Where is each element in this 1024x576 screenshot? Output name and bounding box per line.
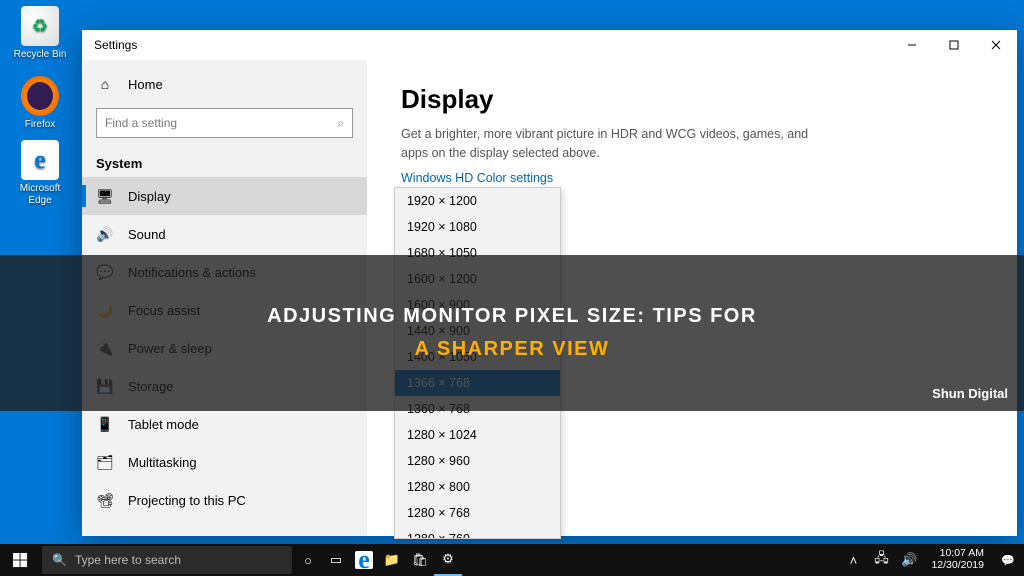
home-label: Home [128,77,163,92]
tray-volume-icon[interactable]: 🔊 [895,544,923,576]
home-button[interactable]: ⌂ Home [82,66,367,102]
sidebar-item-label: Sound [128,227,166,242]
desktop-icon-label: Firefox [10,119,70,131]
display-icon: 🖥 [96,188,114,205]
resolution-option[interactable]: 1280 × 760 [395,526,560,539]
headline-overlay: ADJUSTING MONITOR PIXEL SIZE: TIPS FOR A… [0,255,1024,411]
search-placeholder: Find a setting [105,116,337,130]
sidebar-category: System [82,148,367,177]
taskbar-clock[interactable]: 10:07 AM 12/30/2019 [923,548,992,571]
sidebar-item-sound[interactable]: 🔊 Sound [82,215,367,253]
taskbar: 🔍 Type here to search ○ ▭ 📁 🛍 ⚙ ˄ 🖧 🔊 10… [0,544,1024,576]
edge-icon [21,140,59,180]
resolution-option[interactable]: 1280 × 1024 [395,422,560,448]
settings-search-input[interactable]: Find a setting ⌕ [96,108,353,138]
taskbar-search-input[interactable]: 🔍 Type here to search [42,546,292,574]
taskbar-settings-icon[interactable]: ⚙ [434,544,462,576]
resolution-option[interactable]: 1280 × 960 [395,448,560,474]
titlebar[interactable]: Settings [82,30,1017,60]
resolution-option[interactable]: 1920 × 1080 [395,214,560,240]
action-center-icon[interactable]: 💬 [992,554,1024,567]
taskbar-edge-icon[interactable] [350,544,378,576]
brand-watermark: Shun Digital [932,386,1008,401]
sidebar-item-label: Display [128,189,171,204]
taskbar-explorer-icon[interactable]: 📁 [378,544,406,576]
desktop-icon-label: Recycle Bin [10,49,70,61]
resolution-option[interactable]: 1920 × 1200 [395,188,560,214]
sidebar-item-label: Projecting to this PC [128,493,246,508]
close-button[interactable] [975,30,1017,60]
desktop-firefox[interactable]: Firefox [10,76,70,131]
sidebar-item-label: Multitasking [128,455,197,470]
sidebar-item-multitasking[interactable]: 🗂 Multitasking [82,443,367,481]
taskbar-date: 12/30/2019 [931,560,984,572]
tray-chevron-icon[interactable]: ˄ [839,544,867,576]
taskbar-store-icon[interactable]: 🛍 [406,544,434,576]
minimize-button[interactable] [891,30,933,60]
desktop-recycle-bin[interactable]: Recycle Bin [10,6,70,61]
resolution-option[interactable]: 1280 × 768 [395,500,560,526]
headline-line1: ADJUSTING MONITOR PIXEL SIZE: TIPS FOR [267,305,757,328]
task-view-icon[interactable]: ▭ [322,544,350,576]
recycle-bin-icon [21,6,59,46]
home-icon: ⌂ [96,76,114,92]
start-button[interactable] [0,544,40,576]
desktop-edge[interactable]: Microsoft Edge [10,140,70,207]
sidebar-item-display[interactable]: 🖥 Display [82,177,367,215]
tablet-mode-icon: 📱 [96,416,114,433]
hdr-description: Get a brighter, more vibrant picture in … [401,125,831,163]
search-icon: 🔍 [52,553,67,567]
multitasking-icon: 🗂 [96,454,114,471]
sidebar-item-label: Tablet mode [128,417,199,432]
cortana-icon[interactable]: ○ [294,544,322,576]
tray-network-icon[interactable]: 🖧 [867,544,895,576]
resolution-option[interactable]: 1280 × 800 [395,474,560,500]
desktop-icon-label: Microsoft Edge [10,183,70,207]
taskbar-search-placeholder: Type here to search [75,553,181,567]
window-title: Settings [94,38,137,52]
search-icon: ⌕ [337,116,344,131]
firefox-icon [21,76,59,116]
hd-color-settings-link[interactable]: Windows HD Color settings [401,171,553,185]
maximize-button[interactable] [933,30,975,60]
sound-icon: 🔊 [96,226,114,243]
sidebar-item-projecting[interactable]: 📽 Projecting to this PC [82,481,367,519]
page-title: Display [401,84,983,115]
projecting-icon: 📽 [96,492,114,509]
headline-line2: A SHARPER VIEW [415,338,610,361]
